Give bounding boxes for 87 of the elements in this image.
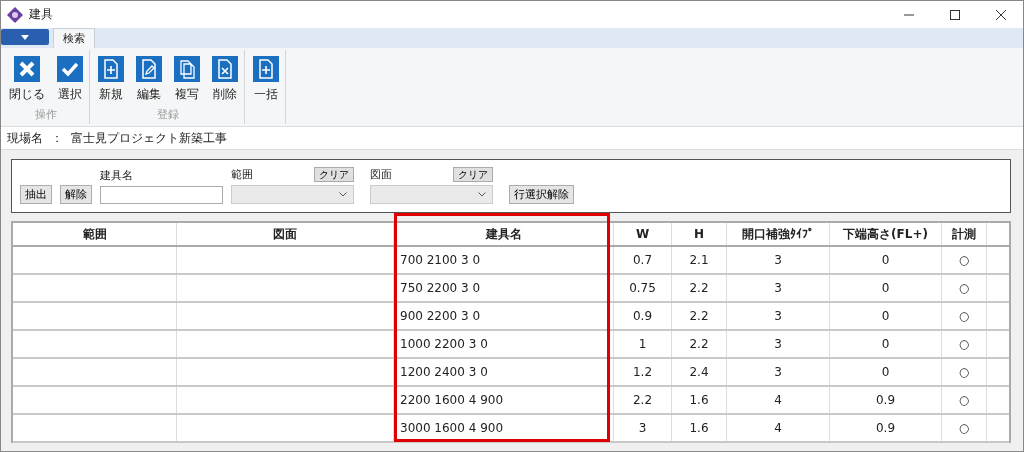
table-cell: 0.9 [830, 387, 942, 413]
group-label: 登録 [157, 108, 179, 122]
ribbon-button[interactable]: 一括 [253, 56, 279, 102]
documents-icon [174, 56, 200, 82]
table-cell: 0 [830, 275, 942, 301]
chevron-down-icon [339, 192, 347, 197]
table-cell: 2.2 [672, 303, 727, 329]
column-header[interactable]: 建具名 [394, 223, 614, 245]
column-header[interactable]: 計測 [942, 223, 987, 245]
column-header[interactable]: 図面 [177, 223, 394, 245]
table-cell: 0 [830, 331, 942, 357]
column-header[interactable]: 開口補強ﾀｲﾌﾟ [727, 223, 830, 245]
table-cell: 2.4 [672, 359, 727, 385]
caret-icon [21, 34, 29, 40]
table-cell: 2200 1600 4 900 [394, 387, 614, 413]
table-cell: 3 [727, 247, 830, 273]
maximize-icon[interactable] [949, 8, 961, 21]
table-cell: ○ [942, 303, 987, 329]
column-header[interactable]: H [672, 223, 727, 245]
table-cell: 1 [614, 331, 672, 357]
document-x-icon [212, 56, 238, 82]
table-cell: 3 [727, 331, 830, 357]
table-cell: 2.1 [672, 247, 727, 273]
table-cell: ○ [942, 247, 987, 273]
separator: ： [51, 129, 63, 147]
table-cell: 0 [830, 359, 942, 385]
column-header[interactable]: 下端高さ(FL+) [830, 223, 942, 245]
chevron-down-icon [478, 192, 486, 197]
checkmark-icon [57, 56, 83, 82]
table-cell: 4 [727, 415, 830, 441]
table-cell: 3000 1600 4 900 [394, 415, 614, 441]
ribbon-tab[interactable]: 検索 [53, 28, 95, 48]
table-cell: 3 [727, 275, 830, 301]
table-cell: 1.6 [672, 415, 727, 441]
table-cell: 1.6 [672, 387, 727, 413]
extract-button[interactable]: 抽出 [20, 185, 52, 204]
clear-row-selection-button[interactable]: 行選択解除 [509, 185, 574, 204]
table-cell: ○ [942, 331, 987, 357]
field-label: 範囲 [231, 167, 253, 182]
table-cell: 750 2200 3 0 [394, 275, 614, 301]
release-button[interactable]: 解除 [60, 185, 92, 204]
clear-button[interactable]: クリア [453, 167, 493, 182]
table-cell: 0.7 [614, 247, 672, 273]
table-cell: 2.2 [672, 331, 727, 357]
table-cell: 1.2 [614, 359, 672, 385]
table-cell: 0.9 [830, 415, 942, 441]
column-header[interactable]: W [614, 223, 672, 245]
site-name: 富士見プロジェクト新築工事 [71, 129, 227, 147]
clear-button[interactable]: クリア [314, 167, 354, 182]
close-icon [14, 56, 40, 82]
site-label: 現場名 [7, 129, 43, 147]
window-title: 建具 [29, 6, 53, 23]
name-input-field[interactable] [100, 186, 223, 204]
field-label: 建具名 [100, 169, 134, 183]
document-plus-icon [253, 56, 279, 82]
table-cell: 0.75 [614, 275, 672, 301]
table-cell: 0 [830, 247, 942, 273]
table-cell: 700 2100 3 0 [394, 247, 614, 273]
table-cell: 2.2 [672, 275, 727, 301]
group-label: 操作 [35, 108, 57, 122]
table-cell: 1000 2200 3 0 [394, 331, 614, 357]
ribbon-button[interactable]: 削除 [212, 56, 238, 102]
app-logo-icon [7, 6, 23, 23]
document-plus-icon [98, 56, 124, 82]
table-cell: 4 [727, 387, 830, 413]
ribbon-button[interactable]: 編集 [136, 56, 162, 102]
table-cell: ○ [942, 415, 987, 441]
table-cell: 0.9 [614, 303, 672, 329]
close-icon[interactable] [995, 8, 1007, 21]
table-cell: 3 [727, 303, 830, 329]
table-cell: 1200 2400 3 0 [394, 359, 614, 385]
column-header[interactable]: 範囲 [13, 223, 177, 245]
field-label: 図面 [370, 167, 392, 182]
app-menu-button[interactable] [1, 29, 49, 45]
ribbon-button[interactable]: 新規 [98, 56, 124, 102]
document-pencil-icon [136, 56, 162, 82]
table-cell: ○ [942, 275, 987, 301]
table-cell: 900 2200 3 0 [394, 303, 614, 329]
table-cell: 3 [727, 359, 830, 385]
table-cell: 0 [830, 303, 942, 329]
ribbon-button[interactable]: 複写 [174, 56, 200, 102]
ribbon-button[interactable]: 選択 [57, 56, 83, 102]
table-cell: ○ [942, 359, 987, 385]
table-cell: ○ [942, 387, 987, 413]
table-cell: 3 [614, 415, 672, 441]
ribbon-button[interactable]: 閉じる [9, 56, 45, 102]
table-cell: 2.2 [614, 387, 672, 413]
